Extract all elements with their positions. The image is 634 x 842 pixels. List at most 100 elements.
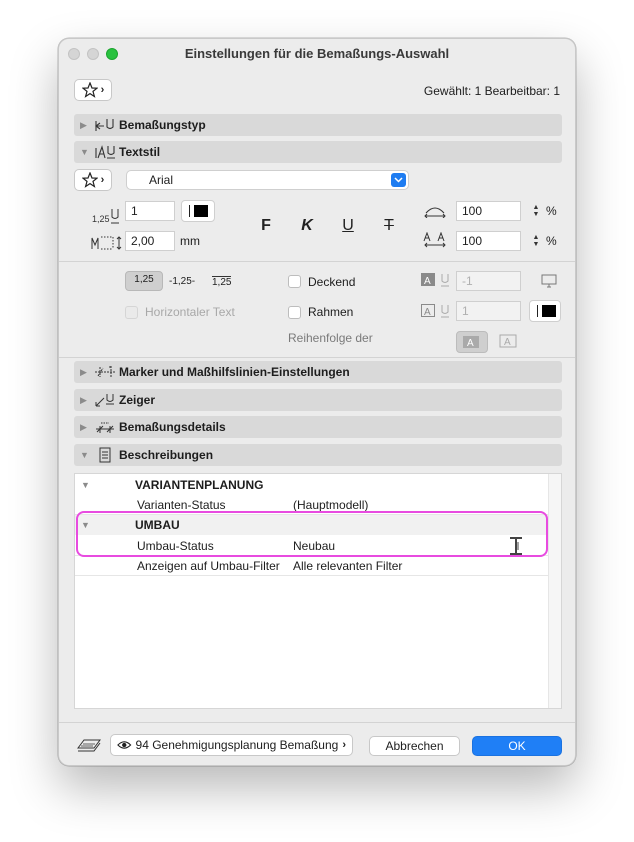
disclosure-right-icon: ▶: [80, 421, 87, 432]
horizontal-text-checkbox[interactable]: [125, 306, 138, 319]
deckend-checkbox[interactable]: [288, 275, 301, 288]
section-zeiger[interactable]: ▶ Zeiger: [74, 389, 562, 411]
section-label: Marker und Maßhilfslinien-Einstellungen: [119, 365, 350, 379]
offset-unit: mm: [180, 234, 200, 248]
background-pen-field[interactable]: -1: [456, 271, 521, 291]
font-select[interactable]: Arial: [126, 170, 409, 190]
frame-color-button[interactable]: [529, 300, 561, 322]
chevron-right-icon: ›: [100, 174, 105, 186]
disclosure-down-icon: ▼: [80, 450, 89, 460]
section-bemassungstyp[interactable]: ▶ Bemaßungstyp: [74, 114, 562, 136]
reihenfolge-label: Reihenfolge der: [288, 331, 373, 345]
group-header-row[interactable]: ▼ VARIANTENPLANUNG: [75, 475, 549, 495]
disclosure-down-icon: ▼: [81, 480, 90, 490]
star-icon: [81, 82, 98, 98]
dimension-details-icon: [94, 418, 118, 436]
property-value: (Hauptmodell): [293, 498, 369, 512]
favorites-button[interactable]: ›: [74, 79, 112, 101]
selection-info: Gewählt: 1 Bearbeitbar: 1: [423, 84, 560, 98]
horizontal-text-label: Horizontaler Text: [145, 305, 235, 319]
property-value: Alle relevanten Filter: [293, 559, 403, 573]
frame-pen-field[interactable]: 1: [456, 301, 521, 321]
text-size-icon: 1,25: [92, 207, 122, 225]
text-offset-field[interactable]: 2,00: [125, 231, 175, 251]
format-above-label: 1,25: [134, 274, 154, 285]
text-back-icon: A: [499, 334, 517, 348]
scrollbar[interactable]: [548, 474, 561, 708]
letter-spacing-icon: [423, 231, 447, 248]
document-icon: [94, 446, 118, 464]
stepper-up-icon: ▲: [532, 234, 540, 241]
order-text-back-button[interactable]: A: [494, 331, 526, 353]
text-offset-icon: [91, 235, 123, 251]
text-size-icon-label: 1,25: [92, 214, 110, 224]
properties-panel: ▼ VARIANTENPLANUNG Varianten-Status (Hau…: [74, 473, 562, 709]
background-pen-icon: A: [420, 272, 454, 288]
settings-dialog: Einstellungen für die Bemaßungs-Auswahl …: [58, 38, 576, 766]
divider: [59, 261, 575, 262]
property-name: Varianten-Status: [137, 498, 226, 512]
deckend-label: Deckend: [308, 275, 356, 289]
svg-text:A: A: [504, 337, 511, 348]
frame-pen-icon: A: [420, 303, 454, 319]
width-unit: %: [546, 204, 557, 218]
text-width-field[interactable]: 100: [456, 201, 521, 221]
section-details[interactable]: ▶ Bemaßungsdetails: [74, 416, 562, 438]
section-marker[interactable]: ▶ Marker und Maßhilfslinien-Einstellunge…: [74, 361, 562, 383]
text-style-icon: [94, 143, 118, 161]
pen-bar-icon: [537, 305, 538, 317]
color-swatch: [542, 305, 556, 317]
section-label: Bemaßungsdetails: [119, 420, 226, 434]
disclosure-right-icon: ▶: [80, 394, 87, 405]
text-favorites-button[interactable]: ›: [74, 169, 112, 191]
divider: [59, 357, 575, 358]
stepper-down-icon: ▼: [532, 211, 540, 218]
highlight-annotation: [76, 511, 548, 557]
section-label: Bemaßungstyp: [119, 118, 206, 132]
svg-text:A: A: [424, 307, 431, 318]
order-text-front-button[interactable]: A: [456, 331, 488, 353]
dimension-type-icon: [94, 116, 118, 134]
table-row[interactable]: Anzeigen auf Umbau-Filter Alle relevante…: [75, 556, 549, 576]
title-bar: Einstellungen für die Bemaßungs-Auswahl: [59, 39, 575, 69]
format-below-line-button[interactable]: 1,25: [212, 276, 232, 288]
chevron-right-icon: ›: [100, 84, 105, 96]
section-label: Beschreibungen: [119, 448, 214, 462]
text-color-button[interactable]: [181, 200, 215, 222]
layer-select[interactable]: 94 Genehmigungsplanung Bemaßung ›: [110, 734, 353, 756]
cancel-button[interactable]: Abbrechen: [369, 736, 460, 756]
pointer-icon: [94, 391, 118, 409]
display-icon[interactable]: [540, 273, 558, 289]
section-beschreibungen[interactable]: ▼ Beschreibungen: [74, 444, 562, 466]
pen-bar-icon: [189, 205, 190, 217]
layers-icon: [74, 736, 102, 754]
italic-button[interactable]: K: [297, 216, 317, 236]
underline-button[interactable]: U: [338, 216, 358, 236]
eye-icon: [117, 741, 132, 749]
letter-spacing-stepper[interactable]: ▲ ▼: [531, 230, 541, 252]
spacing-unit: %: [546, 234, 557, 248]
disclosure-right-icon: ▶: [80, 366, 87, 377]
color-swatch: [194, 205, 208, 217]
group-header-label: VARIANTENPLANUNG: [135, 478, 264, 492]
format-above-line-button[interactable]: 1,25: [125, 271, 163, 291]
rahmen-label: Rahmen: [308, 305, 354, 319]
letter-spacing-field[interactable]: 100: [456, 231, 521, 251]
font-select-value: Arial: [149, 173, 174, 187]
section-textstil[interactable]: ▼ Textstil: [74, 141, 562, 163]
rahmen-checkbox[interactable]: [288, 306, 301, 319]
ok-button[interactable]: OK: [472, 736, 562, 756]
text-width-icon: [424, 204, 446, 219]
svg-text:A: A: [467, 338, 474, 349]
disclosure-right-icon: ▶: [80, 119, 87, 130]
section-label: Textstil: [119, 145, 161, 159]
marker-icon: [94, 363, 118, 381]
bold-button[interactable]: F: [256, 216, 276, 236]
strikethrough-button[interactable]: T: [379, 216, 399, 236]
format-inline-button[interactable]: -1,25-: [169, 276, 195, 287]
layer-name: 94 Genehmigungsplanung Bemaßung: [135, 738, 339, 752]
text-width-stepper[interactable]: ▲ ▼: [531, 200, 541, 222]
svg-text:A: A: [424, 276, 431, 287]
chevron-right-icon: ›: [342, 739, 346, 751]
text-size-field[interactable]: 1: [125, 201, 175, 221]
